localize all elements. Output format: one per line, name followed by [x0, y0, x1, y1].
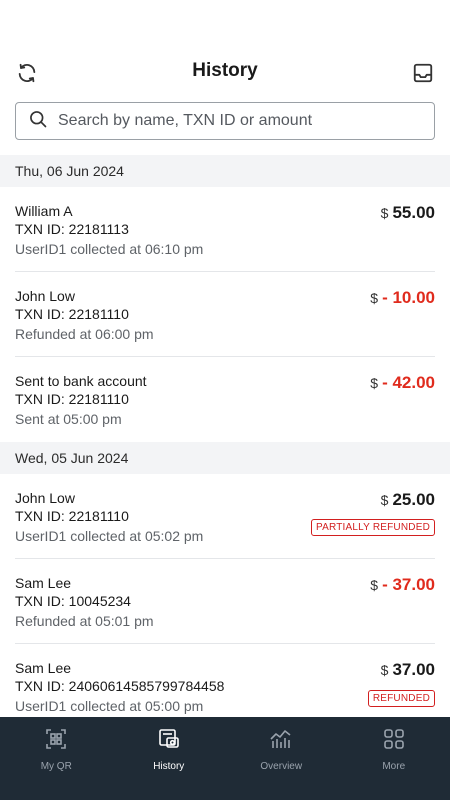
- amount-value: - 10.00: [382, 288, 435, 307]
- tab-label: More: [382, 761, 406, 772]
- transaction-status: UserID1 collected at 06:10 pm: [15, 241, 204, 257]
- chart-icon: [269, 727, 293, 756]
- date-header: Thu, 06 Jun 2024: [0, 155, 450, 187]
- search-field[interactable]: [15, 102, 435, 140]
- transaction-amount: $ - 10.00: [370, 288, 435, 308]
- transaction-name: John Low: [15, 288, 75, 304]
- tab-history[interactable]: History: [113, 717, 226, 800]
- tab-my-qr[interactable]: My QR: [0, 717, 113, 800]
- currency-symbol: $: [380, 205, 389, 221]
- status-badge: PARTIALLY REFUNDED: [310, 519, 435, 536]
- date-header: Wed, 05 Jun 2024: [0, 442, 450, 474]
- search-input[interactable]: [58, 112, 418, 130]
- qr-code-icon: [44, 727, 68, 756]
- transaction-row[interactable]: John Low TXN ID: 22181110 Refunded at 06…: [15, 272, 435, 357]
- transaction-amount: $ - 37.00: [370, 575, 435, 595]
- transaction-amount: $37.00: [381, 660, 435, 680]
- transaction-name: William A: [15, 203, 73, 219]
- tab-label: Overview: [260, 761, 303, 772]
- transaction-status: Sent at 05:00 pm: [15, 411, 122, 427]
- tab-overview[interactable]: Overview: [225, 717, 338, 800]
- app-header: History: [0, 52, 450, 92]
- amount-value: 25.00: [392, 490, 435, 509]
- amount-value: - 42.00: [382, 373, 435, 392]
- search-icon: [28, 109, 48, 134]
- transaction-status: UserID1 collected at 05:00 pm: [15, 698, 204, 714]
- amount-value: 55.00: [392, 203, 435, 222]
- currency-symbol: $: [370, 290, 379, 306]
- transaction-row[interactable]: Sam Lee TXN ID: 24060614585799784458 Use…: [15, 644, 435, 717]
- transaction-status: Refunded at 06:00 pm: [15, 326, 154, 342]
- inbox-icon[interactable]: [410, 60, 436, 86]
- transaction-amount: $55.00: [381, 203, 435, 223]
- transaction-name: Sam Lee: [15, 660, 72, 676]
- tab-label: My QR: [40, 761, 72, 772]
- currency-symbol: $: [370, 577, 379, 593]
- amount-value: - 37.00: [382, 575, 435, 594]
- grid-icon: [382, 727, 406, 756]
- amount-value: 37.00: [392, 660, 435, 679]
- transaction-id: TXN ID: 22181113: [15, 221, 129, 237]
- currency-symbol: $: [370, 375, 379, 391]
- transaction-id: TXN ID: 22181110: [15, 508, 129, 524]
- tab-more[interactable]: More: [338, 717, 450, 800]
- transaction-id: TXN ID: 24060614585799784458: [15, 678, 225, 694]
- status-badge: REFUNDED: [367, 690, 435, 707]
- transaction-name: John Low: [15, 490, 75, 506]
- currency-symbol: $: [380, 662, 389, 678]
- transaction-amount: $25.00: [381, 490, 435, 510]
- transaction-row[interactable]: William A TXN ID: 22181113 UserID1 colle…: [15, 187, 435, 272]
- transaction-row[interactable]: John Low TXN ID: 22181110 UserID1 collec…: [15, 474, 435, 559]
- transaction-status: Refunded at 05:01 pm: [15, 613, 154, 629]
- currency-symbol: $: [380, 492, 389, 508]
- transaction-name: Sam Lee: [15, 575, 72, 591]
- transaction-id: TXN ID: 22181110: [15, 306, 129, 322]
- transaction-row[interactable]: Sent to bank account TXN ID: 22181110 Se…: [15, 357, 435, 442]
- transaction-id: TXN ID: 22181110: [15, 391, 129, 407]
- page-title: History: [192, 60, 258, 81]
- transaction-row[interactable]: Sam Lee TXN ID: 10045234 Refunded at 05:…: [15, 559, 435, 644]
- transaction-id: TXN ID: 10045234: [15, 593, 131, 609]
- tab-label: History: [153, 761, 185, 772]
- bottom-tab-bar: My QR History Overview More: [0, 717, 450, 800]
- transaction-amount: $ - 42.00: [370, 373, 435, 393]
- transaction-list[interactable]: Thu, 06 Jun 2024 William A TXN ID: 22181…: [0, 155, 450, 717]
- transaction-status: UserID1 collected at 05:02 pm: [15, 528, 204, 544]
- history-receipt-icon: [157, 727, 181, 756]
- transaction-name: Sent to bank account: [15, 373, 147, 389]
